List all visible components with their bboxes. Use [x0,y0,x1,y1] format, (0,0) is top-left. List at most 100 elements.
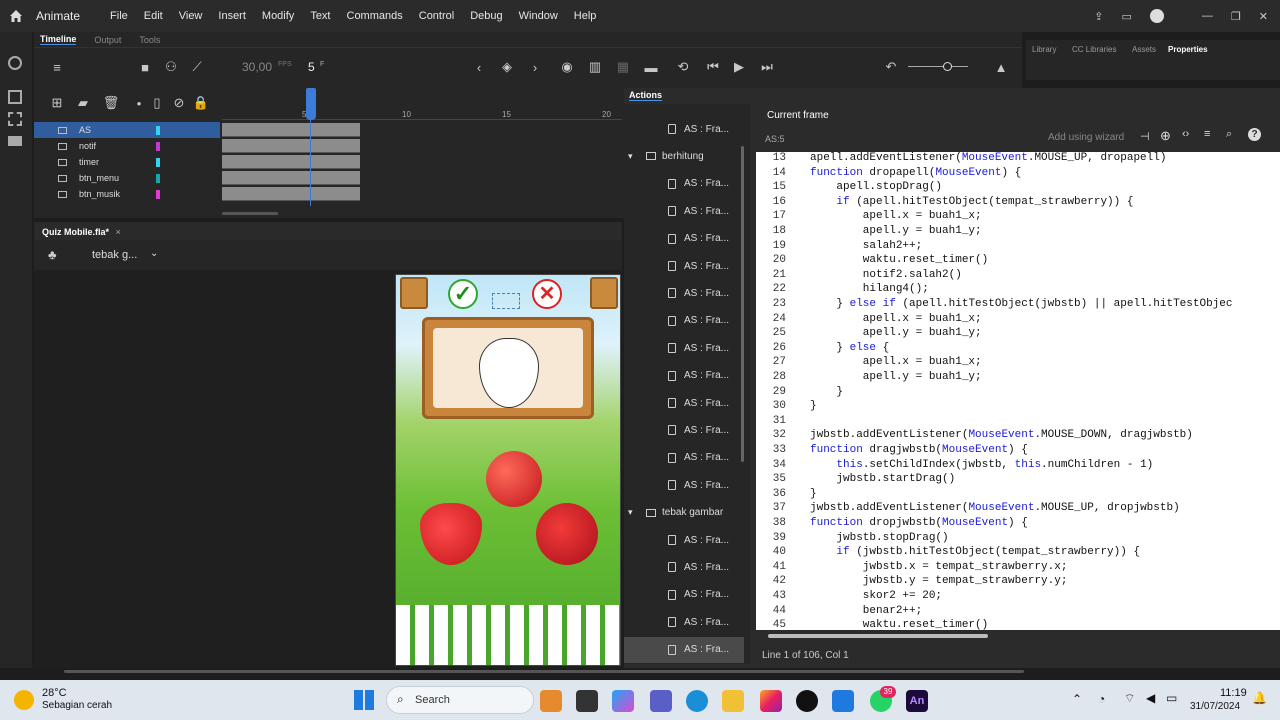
pomegranate-image[interactable] [536,503,598,565]
scene-selector[interactable]: tebak g... [92,249,137,261]
layer-row[interactable]: timer [34,154,220,170]
code-line[interactable]: 18 apell.y = buah1_y; [756,224,1280,239]
edit-multiple-icon[interactable]: ▥ [586,58,604,76]
layer-row[interactable]: btn_musik [34,186,220,202]
code-line[interactable]: 42 jwbstb.y = tempat_strawberry.y; [756,574,1280,589]
code-line[interactable]: 28 apell.y = buah1_y; [756,370,1280,385]
frame-span[interactable] [222,187,360,201]
code-line[interactable]: 22 hilang4(); [756,282,1280,297]
tab-tools[interactable]: Tools [139,35,160,45]
home-icon[interactable] [2,0,30,32]
explorer-icon[interactable] [722,690,744,712]
layer-row[interactable]: btn_menu [34,170,220,186]
code-line[interactable]: 25 apell.y = buah1_y; [756,326,1280,341]
code-line[interactable]: 35 jwbstb.startDrag() [756,472,1280,487]
insert-keyframe-icon[interactable]: ◈ [498,58,516,76]
code-line[interactable]: 33 function dragjwbstb(MouseEvent) { [756,443,1280,458]
undo-icon[interactable]: ↶ [882,58,900,76]
help-icon[interactable]: ? [1248,128,1261,141]
frame-type-icon[interactable]: ▦ [614,58,632,76]
menu-edit[interactable]: Edit [144,10,163,22]
menu-insert[interactable]: Insert [218,10,246,22]
menu-commands[interactable]: Commands [347,10,403,22]
frame-span[interactable] [222,171,360,185]
artboard[interactable]: ✓ ✕ [395,274,621,666]
menu-text[interactable]: Text [310,10,330,22]
notification-icon[interactable]: 🔔 [1252,691,1267,705]
format-icon[interactable]: ≡ [1204,128,1210,140]
tree-scrollbar[interactable] [741,146,744,462]
code-line[interactable]: 17 apell.x = buah1_x; [756,209,1280,224]
code-line[interactable]: 23 } else if (apell.hitTestObject(jwbstb… [756,297,1280,312]
volume-icon[interactable]: ◀ [1146,691,1155,705]
code-line[interactable]: 37 jwbstb.addEventListener(MouseEvent.MOU… [756,501,1280,516]
code-line[interactable]: 20 waktu.reset_timer() [756,253,1280,268]
edge-icon[interactable] [686,690,708,712]
layers-icon[interactable]: ≡ [48,58,66,76]
next-keyframe-icon[interactable]: › [526,58,544,76]
tool-c-icon[interactable] [8,112,22,126]
tab-output[interactable]: Output [94,35,121,45]
instagram-icon[interactable] [760,690,782,712]
tree-item[interactable]: AS : Fra... [624,390,744,416]
copilot-icon[interactable] [612,690,634,712]
tree-item[interactable]: AS : Fra... [624,636,744,663]
close-icon[interactable]: ✕ [1259,10,1268,23]
tool-b-icon[interactable] [8,90,22,104]
tree-item[interactable]: AS : Fra... [624,609,744,635]
frame-ruler[interactable]: 5 10 15 20 [222,106,622,120]
chevron-down-icon[interactable]: ⌄ [150,248,158,259]
tree-item[interactable]: AS : Fra... [624,445,744,471]
code-line[interactable]: 44 benar2++; [756,604,1280,619]
highlight-icon[interactable]: • [130,94,148,112]
minimize-icon[interactable]: — [1202,10,1213,22]
step-forward-icon[interactable]: ⏭ [758,58,776,76]
lock-icon[interactable]: 🔒 [192,94,210,112]
menu-help[interactable]: Help [574,10,597,22]
frame-span[interactable] [222,139,360,153]
camera-icon[interactable]: ■ [136,58,154,76]
code-line[interactable]: 40 if (jwbstb.hitTestObject(tempat_straw… [756,545,1280,560]
code-line[interactable]: 32 jwbstb.addEventListener(MouseEvent.MOU… [756,428,1280,443]
tree-item[interactable]: AS : Fra... [624,198,744,224]
tree-item[interactable]: AS : Fra... [624,116,744,142]
tiktok-icon[interactable] [796,690,818,712]
code-line[interactable]: 41 jwbstb.x = tempat_strawberry.x; [756,560,1280,575]
apple-image[interactable] [486,451,542,507]
tool-a-icon[interactable] [8,56,22,70]
outline-icon[interactable]: ▯ [148,94,166,112]
code-line[interactable]: 16 if (apell.hitTestObject(tempat_strawb… [756,195,1280,210]
mountain-icon[interactable]: ▲ [992,58,1010,76]
code-line[interactable]: 21 notif2.salah2() [756,268,1280,283]
fps-value[interactable]: 30,00 [242,60,272,74]
strawberry-image[interactable] [420,503,482,565]
workspace-icon[interactable]: ▭ [1122,10,1132,23]
playhead[interactable] [306,88,316,120]
add-using-wizard-button[interactable]: Add using wizard [1048,132,1124,143]
code-line[interactable]: 34 this.setChildIndex(jwbstb, this.numCh… [756,458,1280,473]
tree-item[interactable]: AS : Fra... [624,527,744,553]
frame-span[interactable] [222,123,360,137]
maximize-icon[interactable]: ❐ [1231,10,1241,23]
tree-item[interactable]: AS : Fra... [624,308,744,334]
code-line[interactable]: 31 [756,414,1280,429]
teams-icon[interactable] [650,690,672,712]
code-line[interactable]: 24 apell.x = buah1_x; [756,312,1280,327]
code-line[interactable]: 14 function dropapell(MouseEvent) { [756,166,1280,181]
weather-icon[interactable] [14,690,34,710]
zoom-slider-thumb[interactable] [943,62,952,71]
delete-layer-icon[interactable]: 🗑 [102,94,120,112]
tab-cc-libraries[interactable]: CC Libraries [1072,45,1116,54]
tree-scene[interactable]: ▾ tebak gambar [624,500,744,526]
tree-item[interactable]: AS : Fra... [624,472,744,498]
tree-item[interactable]: AS : Fra... [624,280,744,306]
tree-item[interactable]: AS : Fra... [624,226,744,252]
code-line[interactable]: 13 apell.addEventListener(MouseEvent.MOUS… [756,152,1280,166]
tab-assets[interactable]: Assets [1132,45,1156,54]
menu-view[interactable]: View [179,10,203,22]
news-app-icon[interactable] [540,690,562,712]
timeline-scrollbar[interactable] [222,212,278,215]
code-editor[interactable]: 13 apell.addEventListener(MouseEvent.MOUS… [756,152,1280,630]
animate-icon[interactable]: An [906,690,928,712]
share-icon[interactable]: ⇪ [1094,10,1103,23]
